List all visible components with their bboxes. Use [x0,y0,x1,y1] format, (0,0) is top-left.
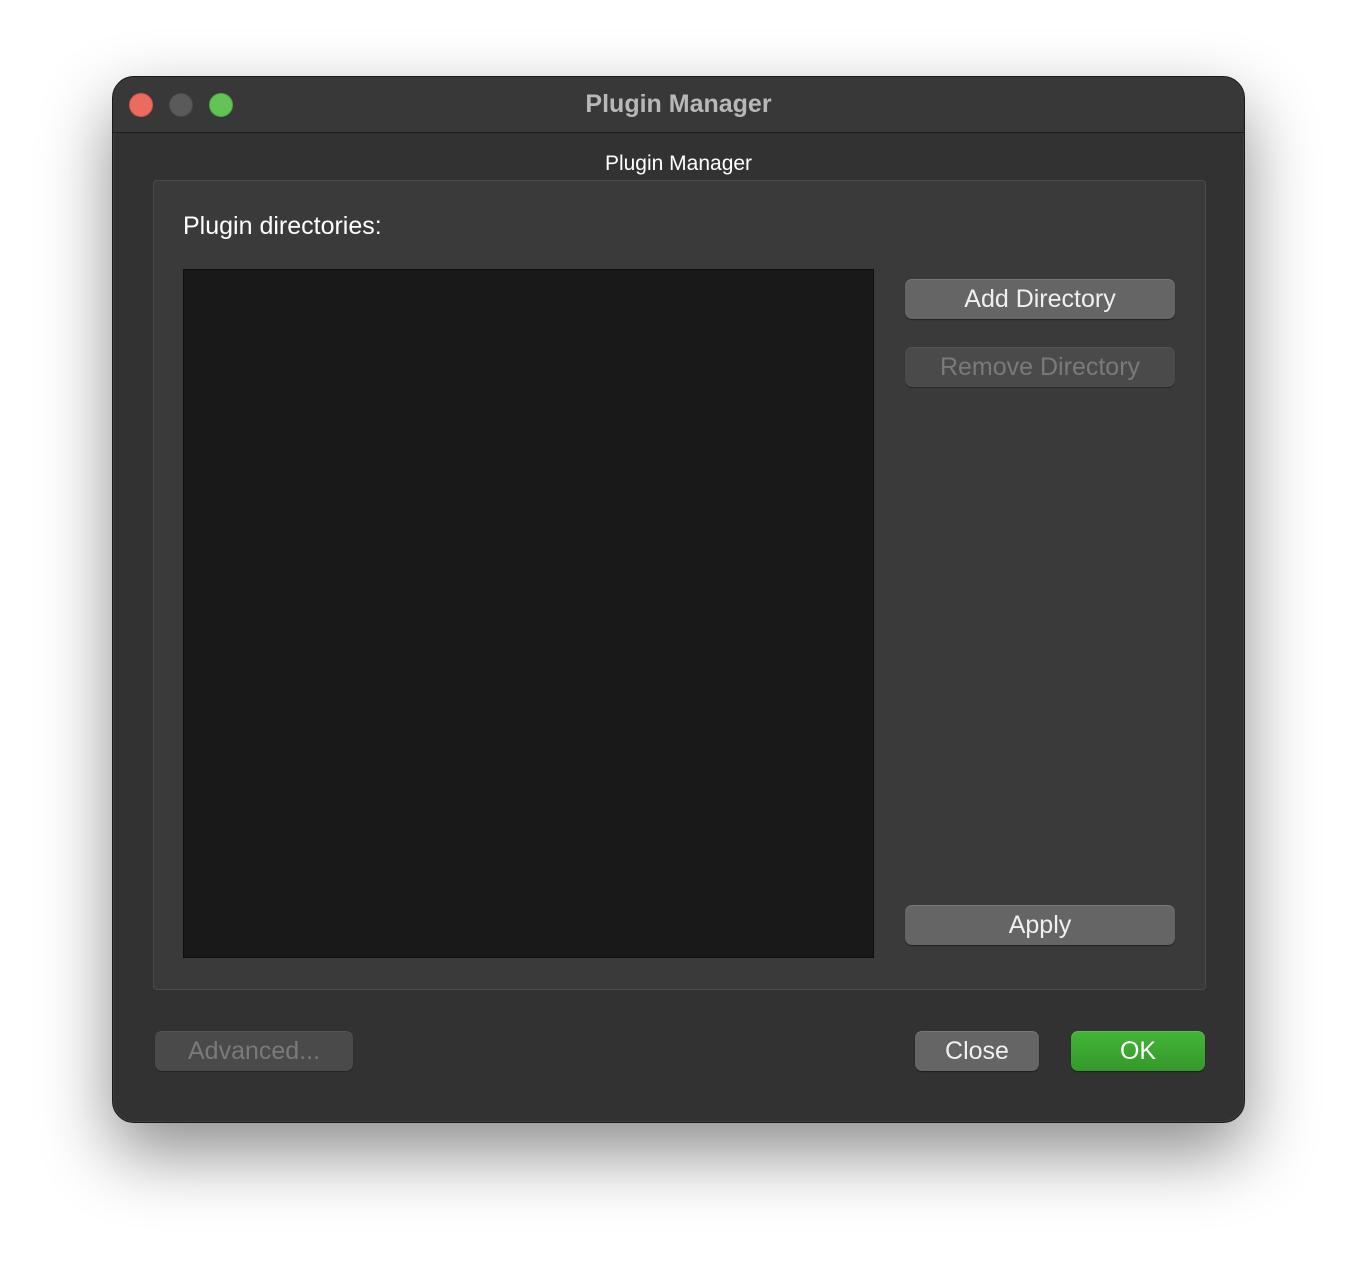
apply-button[interactable]: Apply [905,905,1175,945]
ok-button[interactable]: OK [1071,1031,1205,1071]
add-directory-button[interactable]: Add Directory [905,279,1175,319]
remove-directory-button[interactable]: Remove Directory [905,347,1175,387]
plugin-manager-window: Plugin Manager Plugin Manager Plugin dir… [112,76,1245,1123]
title-bar[interactable]: Plugin Manager [113,77,1244,133]
close-button[interactable]: Close [915,1031,1039,1071]
plugin-directories-label: Plugin directories: [183,212,382,240]
plugin-directories-list[interactable] [183,269,874,958]
plugin-manager-groupbox: Plugin directories: Add Directory Remove… [153,180,1206,990]
group-title: Plugin Manager [604,152,753,175]
window-title: Plugin Manager [585,90,772,118]
advanced-button[interactable]: Advanced... [155,1031,353,1071]
